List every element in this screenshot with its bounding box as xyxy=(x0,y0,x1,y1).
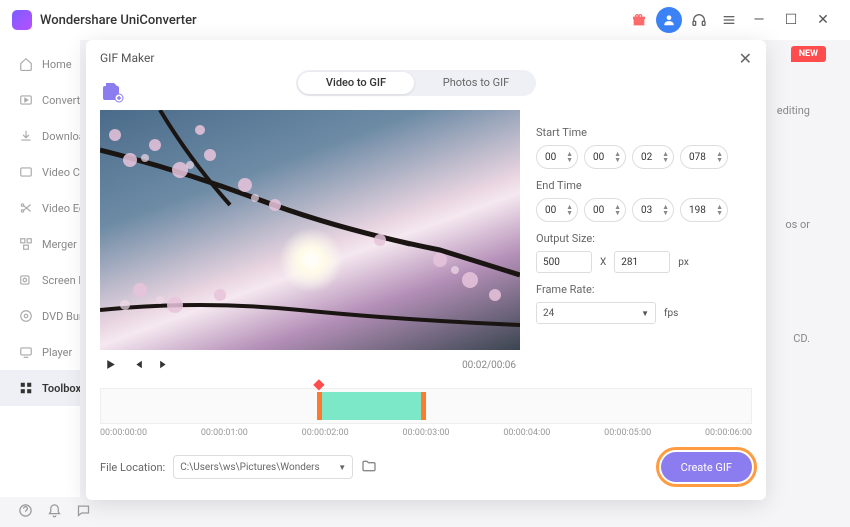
app-logo xyxy=(12,10,32,30)
sidebar-item-compressor[interactable]: Video Compressor xyxy=(0,154,80,190)
start-seconds-stepper[interactable]: 02▲▼ xyxy=(632,145,674,169)
frame-rate-select[interactable]: 24▼ xyxy=(536,302,656,324)
headset-icon[interactable] xyxy=(686,7,712,33)
gif-maker-modal: GIF Maker ✕ Video to GIF Photos to GIF xyxy=(86,40,766,500)
timeline-label: 00:00:03:00 xyxy=(402,428,449,438)
compress-icon xyxy=(18,164,34,180)
next-frame-button[interactable] xyxy=(158,356,171,375)
output-height-field[interactable] xyxy=(614,251,670,273)
sidebar: Home Converter Downloader Video Compress… xyxy=(0,40,80,497)
output-width-field[interactable] xyxy=(536,251,592,273)
timeline: 00:00:00:00 00:00:01:00 00:00:02:00 00:0… xyxy=(100,388,752,438)
frame-rate-label: Frame Rate: xyxy=(536,283,752,296)
file-location-select[interactable]: C:\Users\ws\Pictures\Wonders▼ xyxy=(173,455,353,479)
sidebar-item-label: Video Compressor xyxy=(42,166,80,179)
start-ms-stepper[interactable]: 078▲▼ xyxy=(680,145,728,169)
video-preview[interactable] xyxy=(100,110,520,350)
time-readout: 00:02/00:06 xyxy=(462,360,516,371)
feedback-icon[interactable] xyxy=(76,503,91,522)
timeline-label: 00:00:05:00 xyxy=(604,428,651,438)
end-minutes-stepper[interactable]: 00▲▼ xyxy=(584,198,626,222)
bell-icon[interactable] xyxy=(47,503,62,522)
start-time-label: Start Time xyxy=(536,126,752,139)
bottombar xyxy=(0,497,91,527)
create-gif-button[interactable]: Create GIF xyxy=(661,452,752,482)
folder-icon[interactable] xyxy=(361,458,377,477)
toolbox-icon xyxy=(18,380,34,396)
player-icon xyxy=(18,344,34,360)
timeline-label: 00:00:02:00 xyxy=(302,428,349,438)
home-icon xyxy=(18,56,34,72)
sidebar-item-label: Video Editor xyxy=(42,202,80,215)
sidebar-item-merger[interactable]: Merger xyxy=(0,226,80,262)
sidebar-item-toolbox[interactable]: Toolbox xyxy=(0,370,80,406)
output-size-label: Output Size: xyxy=(536,232,752,245)
fps-label: fps xyxy=(664,308,678,319)
sidebar-item-label: Merger xyxy=(42,238,77,251)
bg-text: os or xyxy=(785,218,810,231)
mode-tabs: Video to GIF Photos to GIF xyxy=(296,70,536,96)
timeline-selection[interactable] xyxy=(317,392,426,420)
add-file-icon[interactable] xyxy=(100,80,124,104)
titlebar: Wondershare UniConverter — ☐ ✕ xyxy=(0,0,850,40)
converter-icon xyxy=(18,92,34,108)
sidebar-item-converter[interactable]: Converter xyxy=(0,82,80,118)
timeline-track[interactable] xyxy=(100,388,752,424)
tab-video-to-gif[interactable]: Video to GIF xyxy=(298,72,414,94)
sidebar-item-home[interactable]: Home xyxy=(0,46,80,82)
end-seconds-stepper[interactable]: 03▲▼ xyxy=(632,198,674,222)
content-area: NEW editing os or CD. GIF Maker ✕ Video … xyxy=(80,40,850,497)
end-ms-stepper[interactable]: 198▲▼ xyxy=(680,198,728,222)
end-hours-stepper[interactable]: 00▲▼ xyxy=(536,198,578,222)
app-title: Wondershare UniConverter xyxy=(40,13,197,28)
file-location-label: File Location: xyxy=(100,461,165,474)
sidebar-item-downloader[interactable]: Downloader xyxy=(0,118,80,154)
timeline-label: 00:00:04:00 xyxy=(503,428,550,438)
playhead[interactable] xyxy=(314,379,325,390)
px-label: px xyxy=(678,257,689,268)
merge-icon xyxy=(18,236,34,252)
sidebar-item-label: Converter xyxy=(42,94,80,107)
new-badge: NEW xyxy=(791,46,826,62)
record-icon xyxy=(18,272,34,288)
sidebar-item-dvd[interactable]: DVD Burner xyxy=(0,298,80,334)
sidebar-item-editor[interactable]: Video Editor xyxy=(0,190,80,226)
play-button[interactable] xyxy=(104,356,117,375)
gift-icon[interactable] xyxy=(626,7,652,33)
start-hours-stepper[interactable]: 00▲▼ xyxy=(536,145,578,169)
sidebar-item-recorder[interactable]: Screen Recorder xyxy=(0,262,80,298)
close-button[interactable]: ✕ xyxy=(808,5,838,35)
timeline-label: 00:00:01:00 xyxy=(201,428,248,438)
sidebar-item-label: Downloader xyxy=(42,130,80,143)
timeline-label: 00:00:00:00 xyxy=(100,428,147,438)
sidebar-item-label: Toolbox xyxy=(42,382,80,395)
sidebar-item-label: DVD Burner xyxy=(42,310,80,323)
sidebar-item-label: Player xyxy=(42,346,72,359)
scissors-icon xyxy=(18,200,34,216)
bg-text: editing xyxy=(777,104,810,117)
preview-image xyxy=(100,110,520,350)
modal-title: GIF Maker xyxy=(100,51,154,65)
dvd-icon xyxy=(18,308,34,324)
tab-photos-to-gif[interactable]: Photos to GIF xyxy=(418,72,534,94)
minimize-button[interactable]: — xyxy=(744,5,774,35)
sidebar-item-player[interactable]: Player xyxy=(0,334,80,370)
x-separator: X xyxy=(600,257,606,268)
chevron-down-icon: ▼ xyxy=(641,309,649,318)
sidebar-item-label: Home xyxy=(42,58,72,71)
close-icon[interactable]: ✕ xyxy=(739,49,752,68)
help-icon[interactable] xyxy=(18,503,33,522)
start-minutes-stepper[interactable]: 00▲▼ xyxy=(584,145,626,169)
prev-frame-button[interactable] xyxy=(131,356,144,375)
maximize-button[interactable]: ☐ xyxy=(776,5,806,35)
user-icon[interactable] xyxy=(656,7,682,33)
menu-icon[interactable] xyxy=(716,7,742,33)
chevron-down-icon: ▼ xyxy=(338,463,346,472)
end-time-label: End Time xyxy=(536,179,752,192)
sidebar-item-label: Screen Recorder xyxy=(42,274,80,287)
bg-text: CD. xyxy=(793,332,810,345)
download-icon xyxy=(18,128,34,144)
timeline-label: 00:00:06:00 xyxy=(705,428,752,438)
